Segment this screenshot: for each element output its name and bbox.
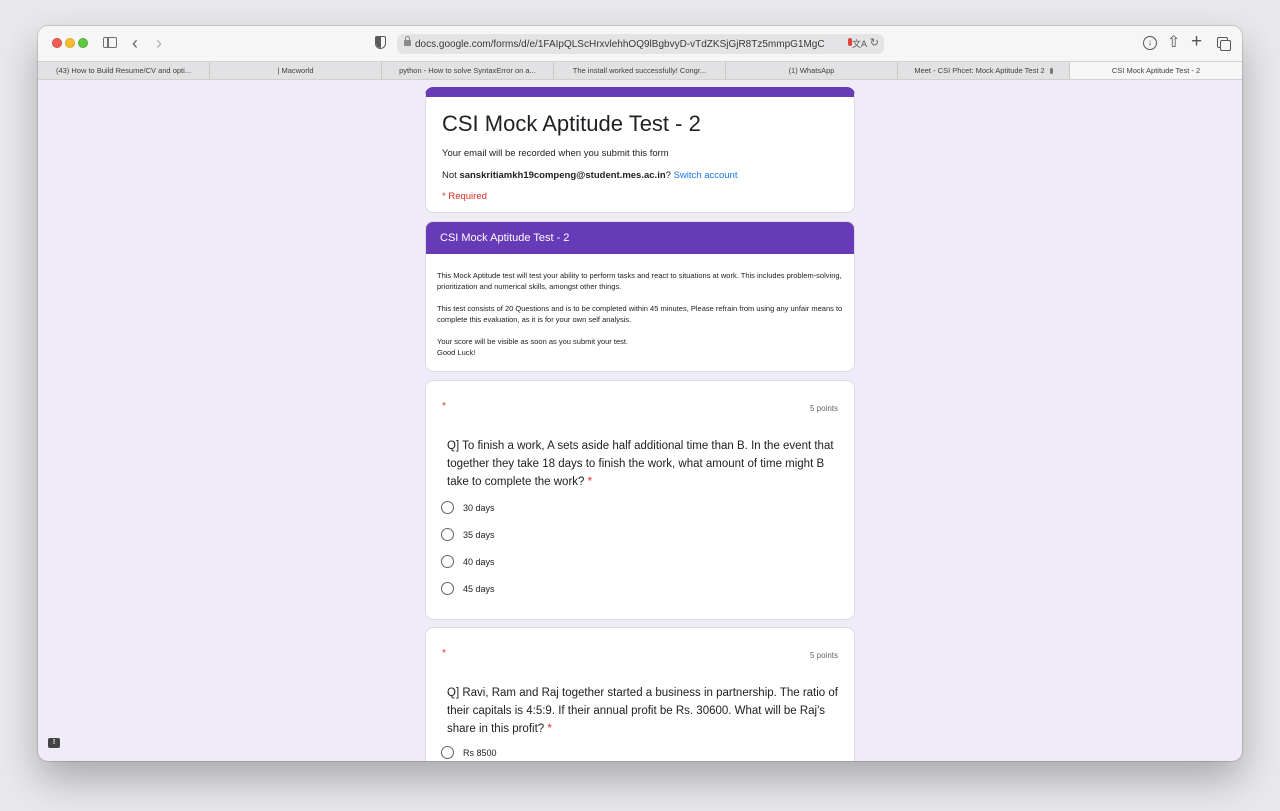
question-body: Q] To finish a work, A sets aside half a… — [447, 440, 834, 488]
account-prefix: Not — [442, 170, 460, 181]
section-para-3-line-2: Good Luck! — [437, 348, 476, 357]
translate-icon[interactable]: 文A — [852, 37, 867, 50]
option-item[interactable]: 35 days — [441, 521, 741, 548]
question-text: Q] Ravi, Ram and Raj together started a … — [447, 684, 839, 738]
section-header: CSI Mock Aptitude Test - 2 — [426, 222, 854, 254]
option-label[interactable]: 40 days — [463, 557, 495, 567]
required-mark: * — [547, 723, 552, 735]
radio-button[interactable] — [441, 582, 454, 595]
download-icon[interactable]: ↓ — [1143, 36, 1157, 50]
options-list: Rs 8500 — [441, 739, 741, 761]
tab-form[interactable]: CSI Mock Aptitude Test - 2 — [1070, 62, 1242, 79]
feedback-icon[interactable]: ! — [48, 738, 60, 748]
account-suffix: ? — [665, 170, 674, 181]
close-window-button[interactable] — [52, 38, 62, 48]
section-card: CSI Mock Aptitude Test - 2 This Mock Apt… — [425, 221, 855, 372]
section-para-1: This Mock Aptitude test will test your a… — [437, 271, 842, 291]
plus-icon[interactable]: + — [1191, 31, 1202, 53]
tab-meet-label: Meet - CSI Phcet: Mock Aptitude Test 2 — [914, 66, 1045, 75]
required-star: * — [442, 648, 446, 659]
shield-icon[interactable] — [375, 36, 386, 49]
account-line: Not sanskritiamkh19compeng@student.mes.a… — [442, 170, 737, 181]
tab-resume[interactable]: (43) How to Build Resume/CV and opti... — [38, 62, 210, 79]
question-body: Q] Ravi, Ram and Raj together started a … — [447, 687, 838, 735]
option-label[interactable]: 30 days — [463, 503, 495, 513]
option-item[interactable]: 30 days — [441, 494, 741, 521]
option-label[interactable]: 35 days — [463, 530, 495, 540]
tab-whatsapp[interactable]: (1) WhatsApp — [726, 62, 898, 79]
question-card: * 5 points Q] Ravi, Ram and Raj together… — [425, 627, 855, 761]
page-content[interactable]: CSI Mock Aptitude Test - 2 Your email wi… — [38, 80, 1242, 761]
section-para-2: This test consists of 20 Questions and i… — [437, 304, 843, 324]
required-star: * — [442, 401, 446, 412]
minimize-window-button[interactable] — [65, 38, 75, 48]
tab-python[interactable]: python - How to solve SyntaxError on a..… — [382, 62, 554, 79]
lock-icon — [404, 36, 411, 46]
sidebar-icon[interactable] — [103, 37, 117, 48]
tab-macworld[interactable]: | Macworld — [210, 62, 382, 79]
options-list: 30 days 35 days 40 days 45 days — [441, 494, 741, 602]
tabs-overview-icon[interactable] — [1217, 37, 1231, 51]
email-note: Your email will be recorded when you sub… — [442, 148, 669, 159]
form-title: CSI Mock Aptitude Test - 2 — [442, 111, 701, 136]
points-label: 5 points — [809, 404, 838, 413]
browser-window: ‹ › docs.google.com/forms/d/e/1FAIpQLScH… — [38, 26, 1242, 761]
browser-toolbar: ‹ › docs.google.com/forms/d/e/1FAIpQLScH… — [38, 26, 1242, 61]
points-label: 5 points — [809, 651, 838, 660]
required-mark: * — [587, 476, 593, 488]
radio-button[interactable] — [441, 528, 454, 541]
radio-button[interactable] — [441, 555, 454, 568]
tab-meet[interactable]: Meet - CSI Phcet: Mock Aptitude Test 2 — [898, 62, 1070, 79]
url-text[interactable]: docs.google.com/forms/d/e/1FAIpQLScHrxvl… — [415, 39, 825, 50]
radio-button[interactable] — [441, 501, 454, 514]
tab-mic-icon — [1049, 67, 1053, 74]
option-item[interactable]: 40 days — [441, 548, 741, 575]
switch-account-link[interactable]: Switch account — [674, 170, 738, 181]
account-email: sanskritiamkh19compeng@student.mes.ac.in — [459, 170, 666, 181]
section-description: This Mock Aptitude test will test your a… — [437, 270, 847, 358]
option-item[interactable]: 45 days — [441, 575, 741, 602]
forward-icon[interactable]: › — [156, 34, 162, 52]
option-label[interactable]: Rs 8500 — [463, 748, 497, 758]
section-para-3-line-1: Your score will be visible as soon as yo… — [437, 337, 629, 346]
tab-install[interactable]: The install worked successfully! Congr..… — [554, 62, 726, 79]
radio-button[interactable] — [441, 746, 454, 759]
question-card: * 5 points Q] To finish a work, A sets a… — [425, 380, 855, 620]
option-item[interactable]: Rs 8500 — [441, 739, 741, 761]
reload-icon[interactable]: ↻ — [870, 36, 879, 49]
required-note: * Required — [442, 191, 487, 202]
tab-bar: (43) How to Build Resume/CV and opti... … — [38, 61, 1242, 80]
share-icon[interactable]: ⇧ — [1167, 32, 1180, 52]
back-icon[interactable]: ‹ — [132, 34, 138, 52]
address-bar[interactable]: docs.google.com/forms/d/e/1FAIpQLScHrxvl… — [397, 34, 884, 54]
form-header-card: CSI Mock Aptitude Test - 2 Your email wi… — [425, 87, 855, 213]
option-label[interactable]: 45 days — [463, 584, 495, 594]
question-text: Q] To finish a work, A sets aside half a… — [447, 437, 839, 491]
zoom-window-button[interactable] — [78, 38, 88, 48]
